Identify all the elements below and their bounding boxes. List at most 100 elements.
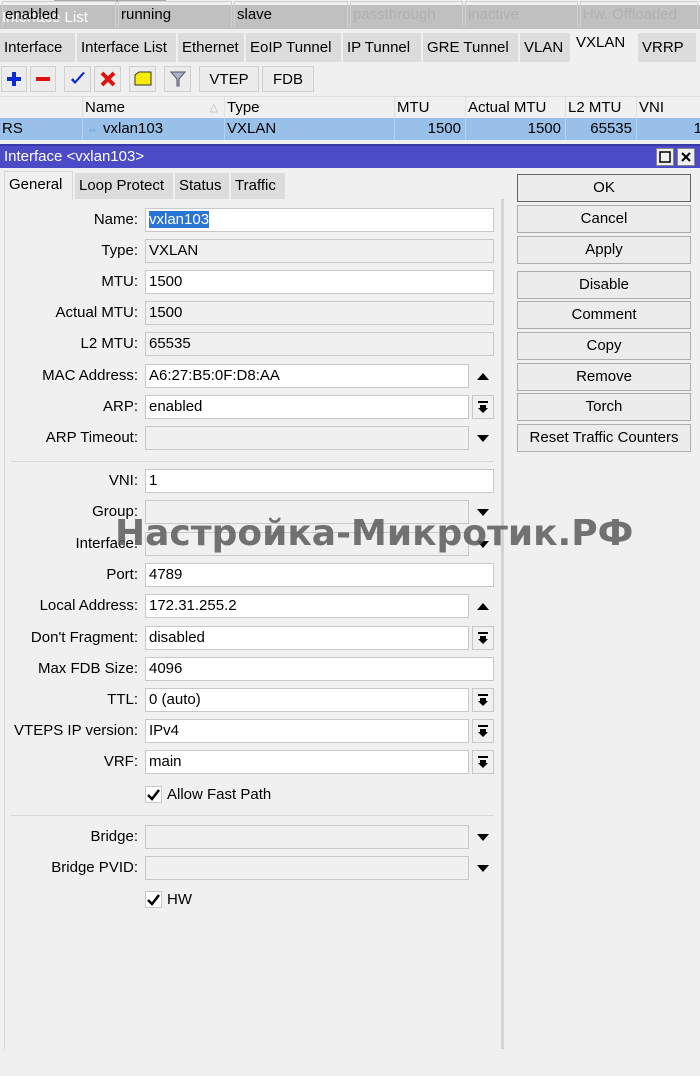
enable-button[interactable] (64, 66, 91, 92)
mac-address-collapse[interactable] (472, 364, 494, 388)
bridge-pvid-expand[interactable] (472, 856, 494, 880)
tab-gre-tunnel[interactable]: GRE Tunnel (423, 33, 520, 62)
type-label: Type: (101, 242, 138, 259)
copy-button[interactable]: Copy (517, 332, 691, 360)
dialog-titlebar[interactable]: Interface <vxlan103> (0, 144, 700, 168)
local-address-input[interactable]: 172.31.255.2 (145, 594, 469, 618)
triangle-down-icon (477, 865, 489, 872)
tab-general[interactable]: General (4, 171, 73, 200)
col-name[interactable]: Name △ (83, 97, 225, 119)
cell-l2-mtu: 65535 (566, 118, 637, 140)
maximize-icon (659, 151, 671, 163)
bridge-field[interactable] (145, 825, 469, 849)
remove-button[interactable] (30, 66, 56, 92)
tab-loop-protect[interactable]: Loop Protect (75, 173, 175, 199)
name-input[interactable]: vxlan103 (145, 208, 494, 232)
filter-icon (169, 71, 186, 87)
actual-mtu-field: 1500 (145, 301, 494, 325)
max-fdb-size-input[interactable]: 4096 (145, 657, 494, 681)
local-address-collapse[interactable] (472, 594, 494, 618)
note-icon (134, 71, 151, 86)
x-icon (100, 71, 115, 87)
vni-input[interactable]: 1 (145, 469, 494, 493)
col-type[interactable]: Type (225, 97, 395, 119)
comment-button[interactable] (129, 66, 156, 92)
status-slave: slave (234, 1, 348, 27)
separator (11, 461, 494, 462)
col-vni[interactable]: VNI (637, 97, 700, 119)
disable-button[interactable]: Disable (517, 271, 691, 299)
bridge-pvid-label: Bridge PVID: (51, 859, 138, 876)
general-panel (4, 199, 504, 1049)
arp-select[interactable]: enabled (145, 395, 469, 419)
vrf-select[interactable]: main (145, 750, 469, 774)
list-tabs: Interface Interface List Ethernet EoIP T… (0, 30, 700, 62)
tab-ip-tunnel[interactable]: IP Tunnel (343, 33, 423, 62)
cancel-button[interactable]: Cancel (517, 205, 691, 233)
table-row[interactable]: RS ⇔ vxlan103 VXLAN 1500 1500 65535 1 (0, 118, 700, 140)
mac-address-label: MAC Address: (42, 367, 138, 384)
triangle-down-icon (477, 435, 489, 442)
tab-interface-list[interactable]: Interface List (77, 33, 178, 62)
vrf-dropdown-button[interactable] (472, 750, 494, 774)
tab-vlan[interactable]: VLAN (520, 33, 572, 62)
cell-flags: RS (0, 118, 83, 140)
triangle-down-icon (477, 834, 489, 841)
apply-button[interactable]: Apply (517, 236, 691, 264)
ok-button[interactable]: OK (517, 174, 691, 202)
reset-traffic-counters-button[interactable]: Reset Traffic Counters (517, 424, 691, 452)
disable-button[interactable] (94, 66, 121, 92)
tab-vxlan[interactable]: VXLAN (572, 30, 638, 62)
allow-fast-path-checkbox[interactable] (145, 786, 162, 803)
arp-timeout-field[interactable] (145, 426, 469, 450)
col-actual-mtu[interactable]: Actual MTU (466, 97, 566, 119)
arp-dropdown-button[interactable] (472, 395, 494, 419)
add-button[interactable] (1, 66, 27, 92)
check-icon (70, 72, 85, 84)
cell-type: VXLAN (225, 118, 395, 140)
bridge-expand[interactable] (472, 825, 494, 849)
torch-button[interactable]: Torch (517, 393, 691, 421)
ttl-dropdown-button[interactable] (472, 688, 494, 712)
arp-label: ARP: (102, 398, 138, 415)
tab-status[interactable]: Status (175, 173, 231, 199)
checkmark-icon (147, 789, 160, 801)
vteps-ip-version-dropdown-button[interactable] (472, 719, 494, 743)
close-button[interactable] (677, 148, 695, 166)
mtu-input[interactable]: 1500 (145, 270, 494, 294)
status-hw-offloaded: Hw. Offloaded (580, 1, 698, 27)
ttl-select[interactable]: 0 (auto) (145, 688, 469, 712)
sort-asc-icon: △ (209, 102, 218, 114)
tab-vrrp[interactable]: VRRP (638, 33, 698, 62)
mac-address-input[interactable]: A6:27:B5:0F:D8:AA (145, 364, 469, 388)
dont-fragment-select[interactable]: disabled (145, 626, 469, 650)
port-input[interactable]: 4789 (145, 563, 494, 587)
maximize-button[interactable] (656, 148, 674, 166)
vxlan-interface-icon: ⇔ (87, 124, 98, 136)
minus-icon (36, 77, 50, 81)
ttl-label: TTL: (107, 691, 138, 708)
remove-button[interactable]: Remove (517, 363, 691, 391)
fdb-button[interactable]: FDB (262, 66, 314, 92)
vtep-button[interactable]: VTEP (199, 66, 259, 92)
hw-checkbox[interactable] (145, 891, 162, 908)
separator (11, 815, 494, 816)
tab-ethernet[interactable]: Ethernet (178, 33, 246, 62)
tab-eoip-tunnel[interactable]: EoIP Tunnel (246, 33, 343, 62)
tab-traffic[interactable]: Traffic (231, 173, 287, 199)
dont-fragment-dropdown-button[interactable] (472, 626, 494, 650)
filter-button[interactable] (164, 66, 191, 92)
col-mtu[interactable]: MTU (395, 97, 466, 119)
comment-button[interactable]: Comment (517, 301, 691, 329)
col-l2-mtu[interactable]: L2 MTU (566, 97, 637, 119)
tab-interface[interactable]: Interface (0, 33, 77, 62)
bridge-pvid-field[interactable] (145, 856, 469, 880)
col-flags[interactable] (0, 97, 83, 119)
arp-timeout-expand[interactable] (472, 426, 494, 450)
vteps-ip-version-select[interactable]: IPv4 (145, 719, 469, 743)
triangle-up-icon (477, 603, 489, 610)
arp-timeout-label: ARP Timeout: (45, 429, 138, 446)
dropdown-list-icon (478, 632, 488, 644)
allow-fast-path-label: Allow Fast Path (167, 786, 272, 803)
vni-label: VNI: (108, 472, 138, 489)
